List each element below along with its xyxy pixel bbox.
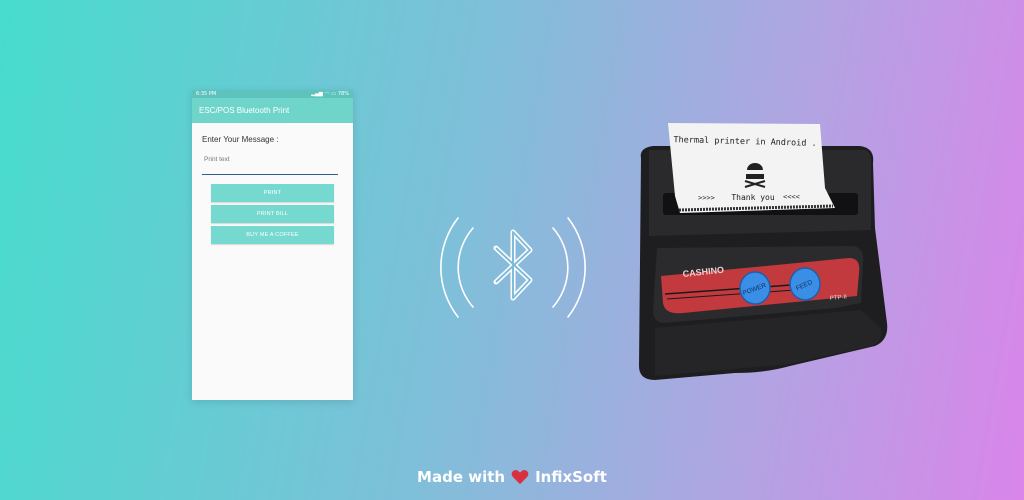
status-battery: 78%	[337, 91, 349, 97]
buy-me-a-coffee-button[interactable]: BUY ME A COFFEE	[211, 226, 334, 244]
message-label: Enter Your Message :	[202, 135, 279, 144]
signal-wave-left-outer	[440, 217, 459, 318]
main-content: Enter Your Message : PRINT PRINT BILL BU…	[192, 135, 353, 244]
signal-wave-right-outer	[567, 217, 586, 318]
status-bar: 6:35 PM ▂▄▆ ◠ ▭ 78%	[192, 90, 353, 98]
heart-icon	[511, 469, 529, 485]
receipt-thank-you: Thank you	[731, 193, 775, 202]
print-bill-button[interactable]: PRINT BILL	[211, 205, 334, 223]
signal-wave-left-inner	[457, 227, 474, 308]
thermal-printer-image: Thermal printer in Android . >>>> Thank …	[639, 123, 888, 380]
battery-icon: ▭	[331, 91, 336, 97]
message-input[interactable]	[202, 153, 338, 175]
footer-credit: Made with InfixSoft	[0, 468, 1024, 486]
app-title: ESC/POS Bluetooth Print	[199, 106, 290, 115]
made-with-text: Made with	[417, 468, 506, 486]
phone-screen: 6:35 PM ▂▄▆ ◠ ▭ 78% ESC/POS Bluetooth Pr…	[192, 90, 353, 400]
company-name[interactable]: InfixSoft	[535, 468, 607, 486]
bluetooth-icon	[440, 217, 586, 318]
wifi-icon: ◠	[324, 91, 330, 97]
button-group: PRINT PRINT BILL BUY ME A COFFEE	[202, 184, 343, 244]
receipt-arrows-left: >>>>	[698, 194, 715, 202]
signal-icon: ▂▄▆	[311, 91, 323, 97]
app-bar: ESC/POS Bluetooth Print	[192, 98, 353, 123]
status-time: 6:35 PM	[196, 91, 217, 97]
print-button[interactable]: PRINT	[211, 184, 334, 202]
signal-wave-right-inner	[552, 227, 569, 308]
receipt-arrows-right: <<<<	[783, 193, 800, 201]
power-button: POWER	[739, 271, 771, 305]
feed-button: FEED	[789, 267, 821, 301]
